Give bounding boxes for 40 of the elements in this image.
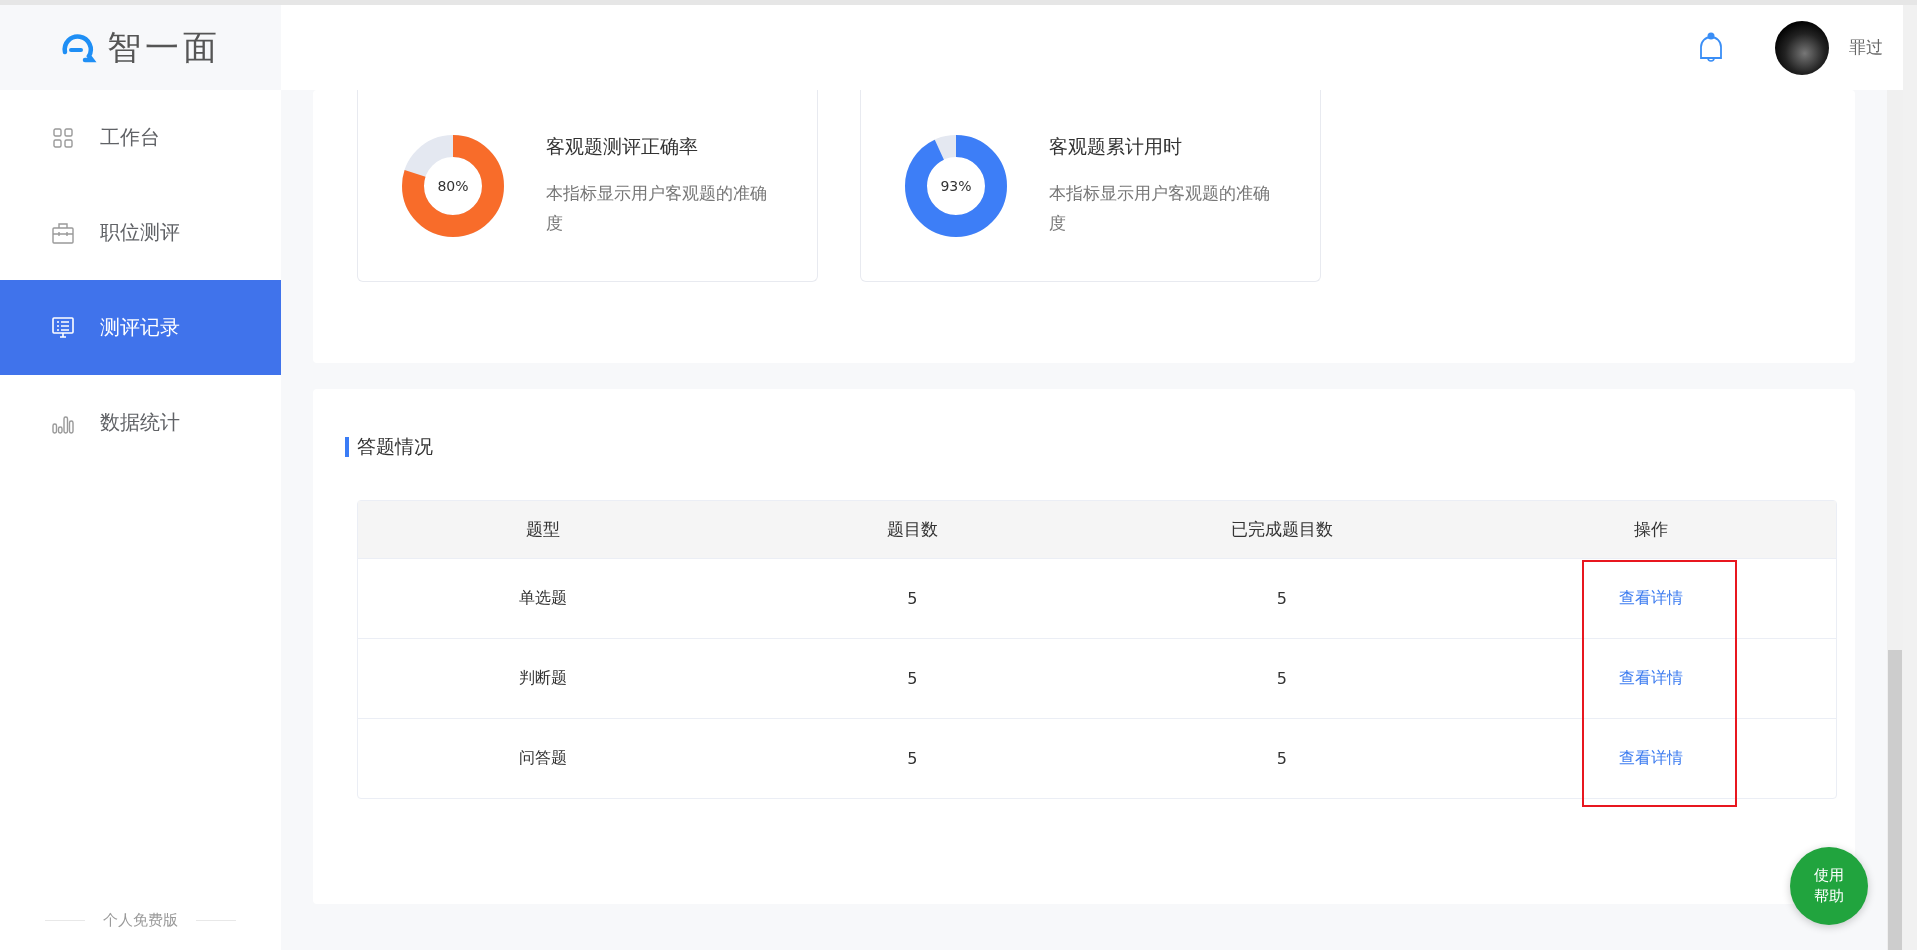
table-cell: 判断题	[518, 668, 567, 689]
column-header: 操作	[1634, 518, 1669, 541]
table-cell: 5	[1276, 589, 1287, 608]
monitor-list-icon	[52, 316, 74, 339]
column-header: 题型	[525, 518, 560, 541]
user-name[interactable]: 罪过	[1849, 36, 1883, 59]
help-button[interactable]: 使用 帮助	[1790, 847, 1868, 925]
edition-label: 个人免费版	[103, 910, 178, 930]
table-cell: 5	[907, 749, 918, 768]
metric-title: 客观题累计用时	[1049, 133, 1183, 159]
details-link[interactable]: 查看详情	[1619, 668, 1684, 689]
briefcase-icon	[52, 221, 74, 244]
scrollbar[interactable]	[1887, 90, 1903, 950]
bell-icon[interactable]	[1697, 31, 1725, 64]
percent-value: 80%	[437, 177, 469, 194]
sidebar-item[interactable]: 职位测评	[0, 185, 281, 280]
grid-icon	[52, 127, 74, 148]
metric-description: 本指标显示用户客观题的准确度	[546, 181, 768, 235]
percent-value: 93%	[940, 177, 972, 194]
title-accent-bar	[345, 437, 349, 457]
table-cell: 5	[1276, 749, 1287, 768]
metric-title: 客观题测评正确率	[546, 133, 699, 159]
metric-description: 本指标显示用户客观题的准确度	[1049, 181, 1271, 235]
table-cell: 5	[907, 669, 918, 688]
table-cell: 问答题	[518, 748, 567, 769]
sidebar-item[interactable]: 数据统计	[0, 375, 281, 470]
column-header: 已完成题目数	[1230, 518, 1333, 541]
logo-icon	[60, 31, 99, 64]
table-cell: 5	[1276, 669, 1287, 688]
sidebar-item[interactable]: 测评记录	[0, 280, 281, 375]
sidebar-item[interactable]: 工作台	[0, 90, 281, 185]
column-header: 题目数	[886, 518, 938, 541]
details-link[interactable]: 查看详情	[1619, 588, 1684, 609]
avatar[interactable]	[1775, 20, 1829, 75]
table-cell: 5	[907, 589, 918, 608]
section-title: 答题情况	[357, 434, 433, 459]
logo-text: 智一面	[106, 25, 221, 69]
table-cell: 单选题	[518, 588, 567, 609]
details-link[interactable]: 查看详情	[1619, 748, 1684, 769]
page-scrollbar[interactable]	[1903, 5, 1917, 950]
